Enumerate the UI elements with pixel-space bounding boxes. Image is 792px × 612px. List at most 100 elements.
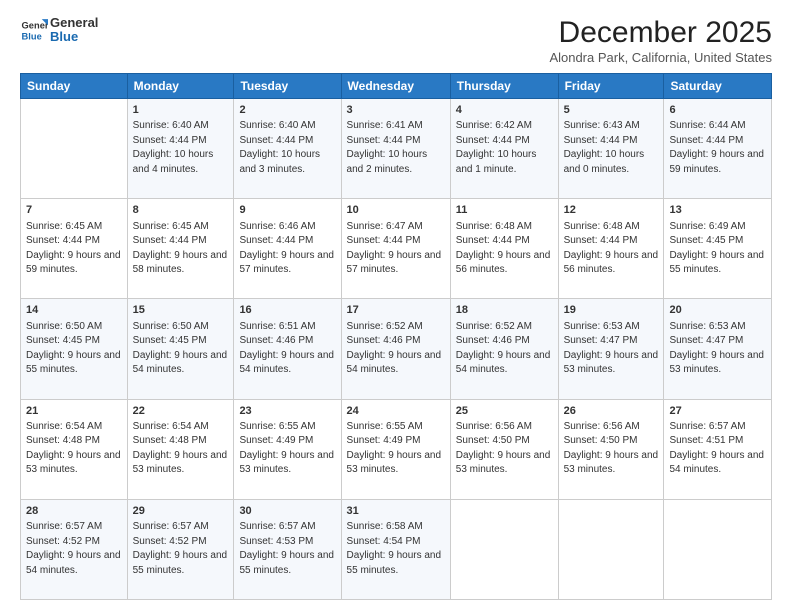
sunset: Sunset: 4:44 PM <box>669 135 743 146</box>
daylight: Daylight: 9 hours and 56 minutes. <box>564 250 659 276</box>
sunset: Sunset: 4:46 PM <box>456 335 530 346</box>
cell-content: Sunrise: 6:50 AM Sunset: 4:45 PM Dayligh… <box>133 320 229 378</box>
sunset: Sunset: 4:48 PM <box>133 435 207 446</box>
day-number: 27 <box>669 404 766 419</box>
day-number: 22 <box>133 404 229 419</box>
sunset: Sunset: 4:44 PM <box>239 235 313 246</box>
sunrise: Sunrise: 6:55 AM <box>347 421 423 432</box>
sunset: Sunset: 4:44 PM <box>239 135 313 146</box>
cell-content: Sunrise: 6:45 AM Sunset: 4:44 PM Dayligh… <box>26 220 122 278</box>
sunrise: Sunrise: 6:54 AM <box>26 421 102 432</box>
sunset: Sunset: 4:54 PM <box>347 536 421 547</box>
logo-icon: General Blue <box>20 16 48 44</box>
cell-content: Sunrise: 6:56 AM Sunset: 4:50 PM Dayligh… <box>564 420 659 478</box>
daylight: Daylight: 9 hours and 54 minutes. <box>26 550 121 576</box>
calendar-cell: 31 Sunrise: 6:58 AM Sunset: 4:54 PM Dayl… <box>341 499 450 599</box>
sunrise: Sunrise: 6:51 AM <box>239 321 315 332</box>
cell-content: Sunrise: 6:52 AM Sunset: 4:46 PM Dayligh… <box>456 320 553 378</box>
sunset: Sunset: 4:50 PM <box>564 435 638 446</box>
daylight: Daylight: 9 hours and 53 minutes. <box>133 450 228 476</box>
day-number: 3 <box>347 103 445 118</box>
daylight: Daylight: 9 hours and 53 minutes. <box>347 450 442 476</box>
sunrise: Sunrise: 6:45 AM <box>26 221 102 232</box>
cell-content: Sunrise: 6:57 AM Sunset: 4:52 PM Dayligh… <box>26 520 122 578</box>
calendar-cell <box>558 499 664 599</box>
calendar-cell: 4 Sunrise: 6:42 AM Sunset: 4:44 PM Dayli… <box>450 99 558 199</box>
day-number: 18 <box>456 303 553 318</box>
daylight: Daylight: 9 hours and 53 minutes. <box>239 450 334 476</box>
cell-content: Sunrise: 6:56 AM Sunset: 4:50 PM Dayligh… <box>456 420 553 478</box>
sunset: Sunset: 4:47 PM <box>669 335 743 346</box>
day-number: 25 <box>456 404 553 419</box>
sunset: Sunset: 4:45 PM <box>669 235 743 246</box>
cell-content: Sunrise: 6:55 AM Sunset: 4:49 PM Dayligh… <box>347 420 445 478</box>
sunset: Sunset: 4:44 PM <box>564 235 638 246</box>
sunrise: Sunrise: 6:58 AM <box>347 521 423 532</box>
header: General Blue General Blue December 2025 … <box>20 16 772 65</box>
sunrise: Sunrise: 6:52 AM <box>347 321 423 332</box>
sunrise: Sunrise: 6:50 AM <box>133 321 209 332</box>
calendar-cell: 9 Sunrise: 6:46 AM Sunset: 4:44 PM Dayli… <box>234 199 341 299</box>
cell-content: Sunrise: 6:40 AM Sunset: 4:44 PM Dayligh… <box>239 119 335 177</box>
calendar-table: SundayMondayTuesdayWednesdayThursdayFrid… <box>20 73 772 600</box>
cell-content: Sunrise: 6:58 AM Sunset: 4:54 PM Dayligh… <box>347 520 445 578</box>
sunset: Sunset: 4:47 PM <box>564 335 638 346</box>
calendar-cell: 14 Sunrise: 6:50 AM Sunset: 4:45 PM Dayl… <box>21 299 128 399</box>
sunrise: Sunrise: 6:48 AM <box>564 221 640 232</box>
daylight: Daylight: 9 hours and 55 minutes. <box>347 550 442 576</box>
daylight: Daylight: 9 hours and 53 minutes. <box>564 350 659 376</box>
cell-content: Sunrise: 6:57 AM Sunset: 4:52 PM Dayligh… <box>133 520 229 578</box>
cell-content: Sunrise: 6:45 AM Sunset: 4:44 PM Dayligh… <box>133 220 229 278</box>
sunset: Sunset: 4:44 PM <box>456 235 530 246</box>
day-number: 23 <box>239 404 335 419</box>
cell-content: Sunrise: 6:55 AM Sunset: 4:49 PM Dayligh… <box>239 420 335 478</box>
header-day-thursday: Thursday <box>450 74 558 99</box>
day-number: 12 <box>564 203 659 218</box>
calendar-cell: 7 Sunrise: 6:45 AM Sunset: 4:44 PM Dayli… <box>21 199 128 299</box>
sunrise: Sunrise: 6:49 AM <box>669 221 745 232</box>
calendar-cell: 24 Sunrise: 6:55 AM Sunset: 4:49 PM Dayl… <box>341 399 450 499</box>
sunrise: Sunrise: 6:56 AM <box>564 421 640 432</box>
daylight: Daylight: 10 hours and 1 minute. <box>456 149 537 175</box>
calendar-cell: 17 Sunrise: 6:52 AM Sunset: 4:46 PM Dayl… <box>341 299 450 399</box>
calendar-cell: 29 Sunrise: 6:57 AM Sunset: 4:52 PM Dayl… <box>127 499 234 599</box>
daylight: Daylight: 10 hours and 4 minutes. <box>133 149 214 175</box>
cell-content: Sunrise: 6:57 AM Sunset: 4:53 PM Dayligh… <box>239 520 335 578</box>
calendar-cell: 3 Sunrise: 6:41 AM Sunset: 4:44 PM Dayli… <box>341 99 450 199</box>
day-number: 1 <box>133 103 229 118</box>
cell-content: Sunrise: 6:42 AM Sunset: 4:44 PM Dayligh… <box>456 119 553 177</box>
cell-content: Sunrise: 6:41 AM Sunset: 4:44 PM Dayligh… <box>347 119 445 177</box>
location: Alondra Park, California, United States <box>549 50 772 65</box>
svg-text:General: General <box>22 21 48 31</box>
sunset: Sunset: 4:46 PM <box>347 335 421 346</box>
header-day-wednesday: Wednesday <box>341 74 450 99</box>
sunrise: Sunrise: 6:40 AM <box>239 120 315 131</box>
logo: General Blue General Blue <box>20 16 98 45</box>
day-number: 24 <box>347 404 445 419</box>
daylight: Daylight: 9 hours and 55 minutes. <box>26 350 121 376</box>
day-number: 30 <box>239 504 335 519</box>
day-number: 2 <box>239 103 335 118</box>
week-row-2: 7 Sunrise: 6:45 AM Sunset: 4:44 PM Dayli… <box>21 199 772 299</box>
daylight: Daylight: 9 hours and 54 minutes. <box>669 450 764 476</box>
daylight: Daylight: 9 hours and 53 minutes. <box>26 450 121 476</box>
calendar-cell: 2 Sunrise: 6:40 AM Sunset: 4:44 PM Dayli… <box>234 99 341 199</box>
day-number: 7 <box>26 203 122 218</box>
daylight: Daylight: 9 hours and 55 minutes. <box>669 250 764 276</box>
cell-content: Sunrise: 6:51 AM Sunset: 4:46 PM Dayligh… <box>239 320 335 378</box>
daylight: Daylight: 9 hours and 54 minutes. <box>347 350 442 376</box>
day-number: 21 <box>26 404 122 419</box>
daylight: Daylight: 9 hours and 55 minutes. <box>133 550 228 576</box>
header-day-sunday: Sunday <box>21 74 128 99</box>
daylight: Daylight: 9 hours and 54 minutes. <box>133 350 228 376</box>
daylight: Daylight: 9 hours and 56 minutes. <box>456 250 551 276</box>
calendar-cell: 26 Sunrise: 6:56 AM Sunset: 4:50 PM Dayl… <box>558 399 664 499</box>
sunrise: Sunrise: 6:44 AM <box>669 120 745 131</box>
sunset: Sunset: 4:44 PM <box>26 235 100 246</box>
calendar-cell: 1 Sunrise: 6:40 AM Sunset: 4:44 PM Dayli… <box>127 99 234 199</box>
day-number: 4 <box>456 103 553 118</box>
daylight: Daylight: 9 hours and 55 minutes. <box>239 550 334 576</box>
week-row-1: 1 Sunrise: 6:40 AM Sunset: 4:44 PM Dayli… <box>21 99 772 199</box>
daylight: Daylight: 10 hours and 0 minutes. <box>564 149 645 175</box>
calendar-cell <box>664 499 772 599</box>
